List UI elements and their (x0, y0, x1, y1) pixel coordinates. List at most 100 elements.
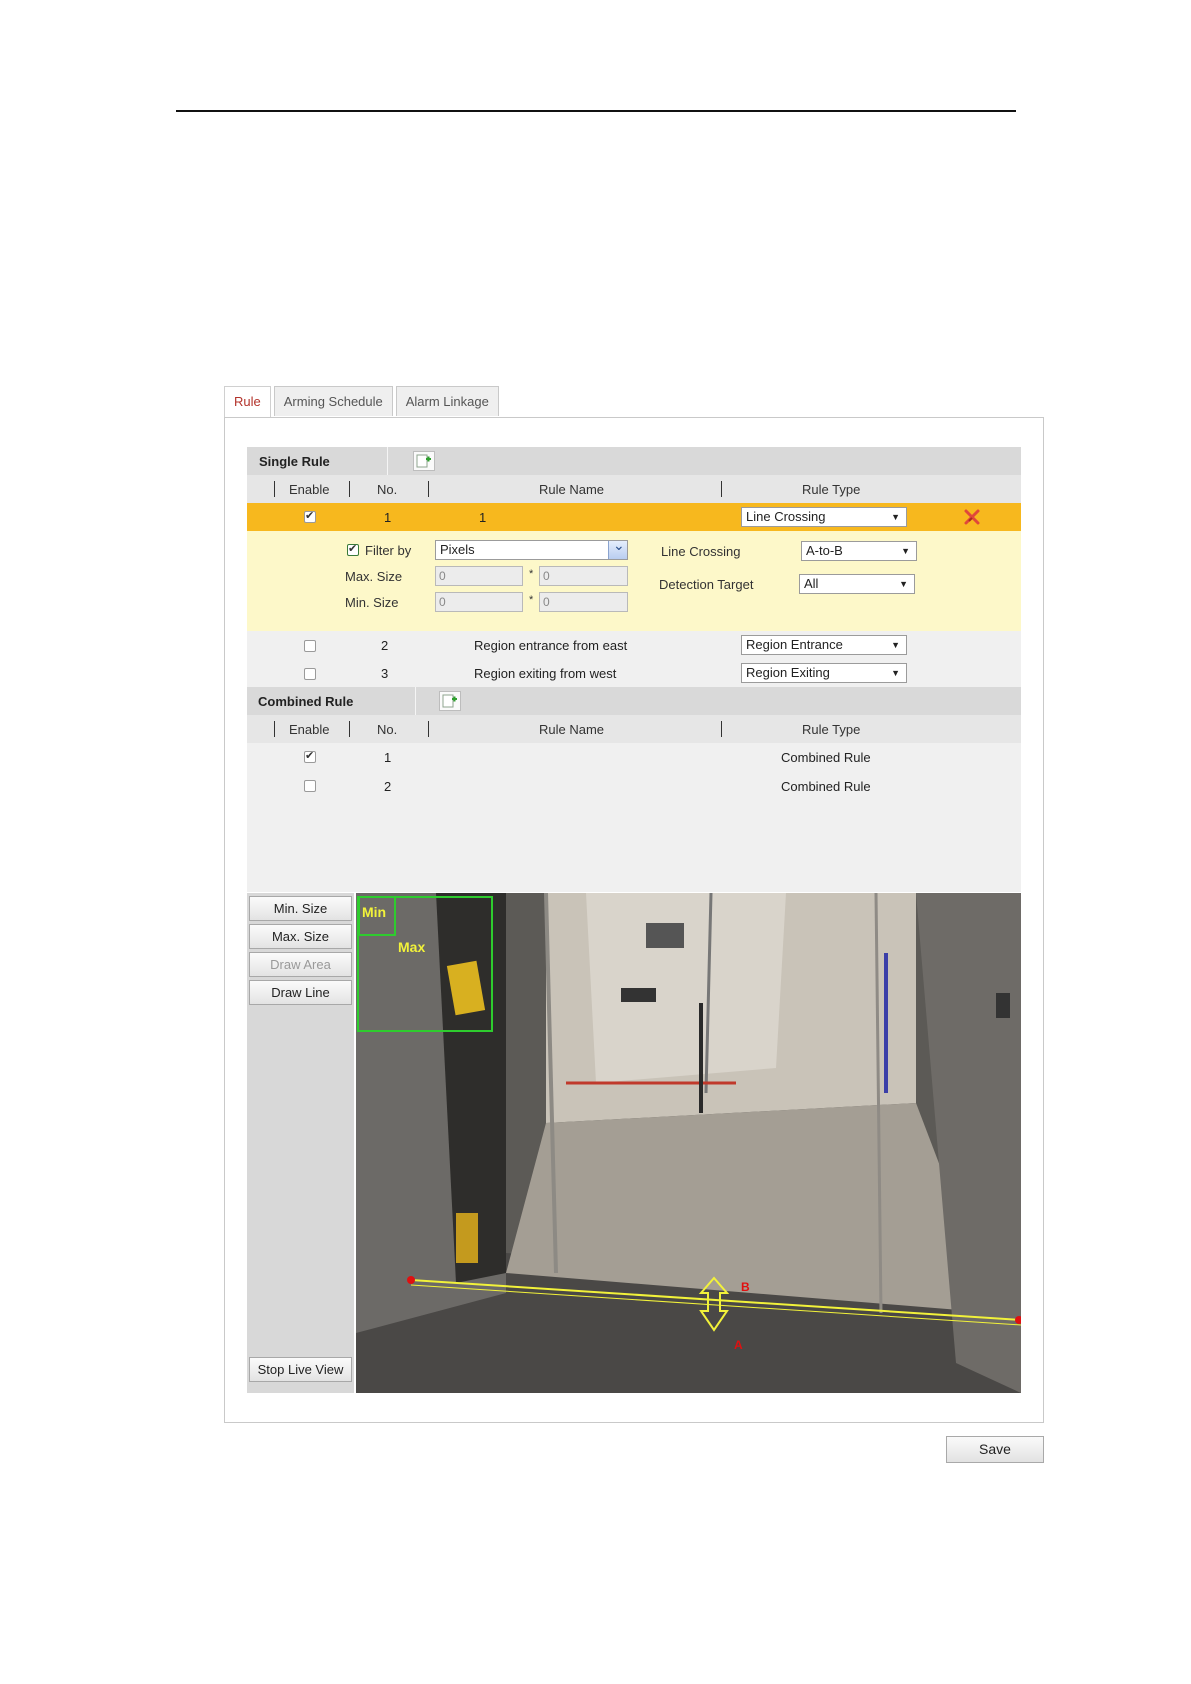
enable-checkbox[interactable] (304, 509, 316, 523)
filter-by-label: Filter by (365, 543, 412, 558)
rules-area: Single Rule Enable No. Rule Name Rule Ty… (247, 447, 1021, 892)
single-rule-column-header: Enable No. Rule Name Rule Type (247, 475, 1021, 503)
single-rule-row-3[interactable]: 3 Region exiting from west Region Exitin… (247, 659, 1021, 687)
draw-area-button[interactable]: Draw Area (249, 952, 352, 977)
column-divider (349, 721, 350, 737)
add-combined-rule-button[interactable] (439, 691, 461, 711)
line-crossing-direction-select[interactable]: A-to-B ▼ (801, 541, 917, 561)
col-enable: Enable (289, 722, 330, 737)
rule-detail-panel: Filter by Pixels Max. Size 0 * 0 Min. Si… (247, 531, 1021, 631)
max-size-label: Max. Size (345, 569, 403, 584)
column-divider (274, 481, 275, 497)
save-button[interactable]: Save (946, 1436, 1044, 1463)
rule-type: Combined Rule (781, 779, 871, 794)
times-symbol: * (529, 568, 534, 580)
tab-bar: Rule Arming Schedule Alarm Linkage (224, 386, 499, 418)
col-enable: Enable (289, 482, 330, 497)
rule-type-select[interactable]: Line Crossing ▼ (741, 507, 907, 527)
line-crossing-label: Line Crossing (661, 544, 741, 559)
rule-no: 2 (384, 779, 392, 794)
header-separator (415, 687, 416, 715)
wall-device (996, 993, 1010, 1018)
delete-rule-icon[interactable] (963, 508, 981, 526)
col-rule-name: Rule Name (539, 722, 605, 737)
rule-no: 1 (384, 510, 392, 525)
col-no: No. (377, 482, 398, 497)
filter-by-value: Pixels (440, 542, 475, 557)
filter-by-select[interactable]: Pixels (435, 536, 628, 560)
camera-scene: Min Max B A (356, 893, 1021, 1393)
tab-arming-schedule[interactable]: Arming Schedule (273, 386, 393, 416)
detection-target-label: Detection Target (659, 577, 754, 592)
min-size-width-input[interactable]: 0 (435, 592, 523, 612)
column-divider (428, 481, 429, 497)
max-size-button[interactable]: Max. Size (249, 924, 352, 949)
side-a-label: A (734, 1338, 743, 1352)
enable-checkbox[interactable] (304, 640, 316, 652)
tab-rule[interactable]: Rule (224, 386, 271, 418)
stop-live-view-button[interactable]: Stop Live View (249, 1357, 352, 1382)
rule-name: Region exiting from west (474, 666, 617, 681)
filter-by-checkbox[interactable] (347, 542, 359, 556)
exit-sign (646, 923, 684, 948)
dropdown-arrow-icon: ▼ (891, 668, 900, 678)
rule-type-select[interactable]: Region Exiting ▼ (741, 663, 907, 683)
detection-target-select[interactable]: All ▼ (799, 574, 915, 594)
cabinet-sign (456, 1213, 478, 1263)
max-label: Max (398, 939, 425, 955)
line-start-point[interactable] (407, 1276, 415, 1284)
enable-checkbox[interactable] (304, 749, 316, 763)
min-size-height-input[interactable]: 0 (539, 592, 628, 612)
rule-no: 3 (381, 666, 389, 681)
min-size-button[interactable]: Min. Size (249, 896, 352, 921)
enable-checkbox[interactable] (304, 780, 316, 792)
draw-line-button[interactable]: Draw Line (249, 980, 352, 1005)
add-icon (416, 454, 431, 468)
column-divider (721, 481, 722, 497)
live-video-frame[interactable]: Min Max B A (356, 893, 1021, 1393)
col-rule-name: Rule Name (539, 482, 605, 497)
max-size-width-input[interactable]: 0 (435, 566, 523, 586)
single-rule-row-1[interactable]: 1 1 Line Crossing ▼ (247, 503, 1021, 531)
column-divider (349, 481, 350, 497)
min-label: Min (362, 904, 386, 920)
page-top-rule (176, 110, 1016, 112)
enable-checkbox[interactable] (304, 668, 316, 680)
single-rule-row-2[interactable]: 2 Region entrance from east Region Entra… (247, 631, 1021, 659)
rule-type-value: Region Entrance (746, 637, 843, 652)
times-symbol: * (529, 594, 534, 606)
rule-type-select[interactable]: Region Entrance ▼ (741, 635, 907, 655)
rule-no: 2 (381, 638, 389, 653)
side-b-label: B (741, 1280, 750, 1294)
combined-rule-column-header: Enable No. Rule Name Rule Type (247, 715, 1021, 743)
line-crossing-value: A-to-B (806, 543, 843, 558)
rule-type-value: Region Exiting (746, 665, 830, 680)
single-rule-header: Single Rule (247, 447, 1021, 475)
column-divider (274, 721, 275, 737)
rule-no: 1 (384, 750, 392, 765)
combined-rule-row-1[interactable]: 1 Combined Rule (247, 743, 1021, 771)
rule-type-value: Line Crossing (746, 509, 826, 524)
live-view-area: Min. Size Max. Size Draw Area Draw Line … (247, 893, 1021, 1393)
add-single-rule-button[interactable] (413, 451, 435, 471)
chevron-down-icon (608, 536, 627, 559)
dropdown-arrow-icon: ▼ (891, 512, 900, 522)
drawing-toolbar: Min. Size Max. Size Draw Area Draw Line … (247, 893, 354, 1393)
col-no: No. (377, 722, 398, 737)
dropdown-arrow-icon: ▼ (891, 640, 900, 650)
wall-panel (621, 988, 656, 1002)
combined-rule-row-2[interactable]: 2 Combined Rule (247, 772, 1021, 800)
combined-rule-header: Combined Rule (247, 687, 1021, 715)
rule-name: 1 (479, 510, 487, 525)
tab-alarm-linkage[interactable]: Alarm Linkage (395, 386, 499, 416)
corridor-wall (586, 893, 786, 1083)
rule-type: Combined Rule (781, 750, 871, 765)
combined-rule-title: Combined Rule (258, 694, 354, 709)
detection-target-value: All (804, 576, 819, 591)
col-rule-type: Rule Type (802, 482, 861, 497)
max-size-height-input[interactable]: 0 (539, 566, 628, 586)
dropdown-arrow-icon: ▼ (901, 546, 910, 556)
dropdown-arrow-icon: ▼ (899, 579, 908, 589)
column-divider (428, 721, 429, 737)
header-separator (387, 447, 388, 475)
